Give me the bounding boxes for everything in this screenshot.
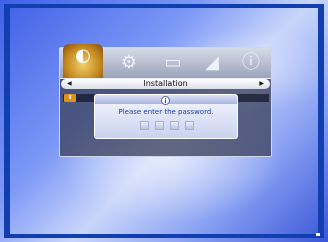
password-digit-box[interactable] [155, 121, 164, 130]
tab-settings[interactable]: ⚙ [112, 51, 146, 75]
satellite-dish-icon: ◐ [75, 45, 91, 66]
password-digit-box[interactable] [185, 121, 194, 130]
main-menu-panel: ◐ ⚙ ▭ ◢ ⓘ ◀ Installation ▶ ⬍ i Please en… [59, 44, 272, 157]
tab-installation[interactable]: ◐ [63, 44, 103, 78]
password-entry[interactable] [140, 121, 200, 131]
password-prompt: Please enter the password. [118, 108, 214, 116]
info-icon: i [161, 96, 170, 105]
menu-icon-bar: ◐ ⚙ ▭ ◢ ⓘ [60, 44, 271, 79]
left-arrow-icon[interactable]: ◀ [67, 79, 72, 89]
password-dialog: i Please enter the password. [94, 94, 238, 139]
corner-marker [316, 233, 320, 236]
menu-title-bar: ◀ Installation ▶ [61, 79, 270, 89]
tab-picture[interactable]: ◢ [195, 51, 229, 75]
right-arrow-icon[interactable]: ▶ [259, 79, 264, 89]
tab-tv-setup[interactable]: ▭ [156, 51, 190, 75]
up-down-arrows-icon: ⬍ [64, 94, 76, 102]
gear-icon: ⚙ [120, 52, 138, 73]
password-digit-box[interactable] [140, 121, 149, 130]
picture-icon: ◢ [205, 52, 219, 73]
menu-title: Installation [143, 79, 188, 88]
tv-screen-background: ◐ ⚙ ▭ ◢ ⓘ ◀ Installation ▶ ⬍ i Please en… [0, 0, 328, 242]
password-digit-box[interactable] [170, 121, 179, 130]
info-icon: ⓘ [242, 52, 260, 73]
tab-information[interactable]: ⓘ [234, 51, 268, 75]
tv-icon: ▭ [164, 52, 182, 73]
